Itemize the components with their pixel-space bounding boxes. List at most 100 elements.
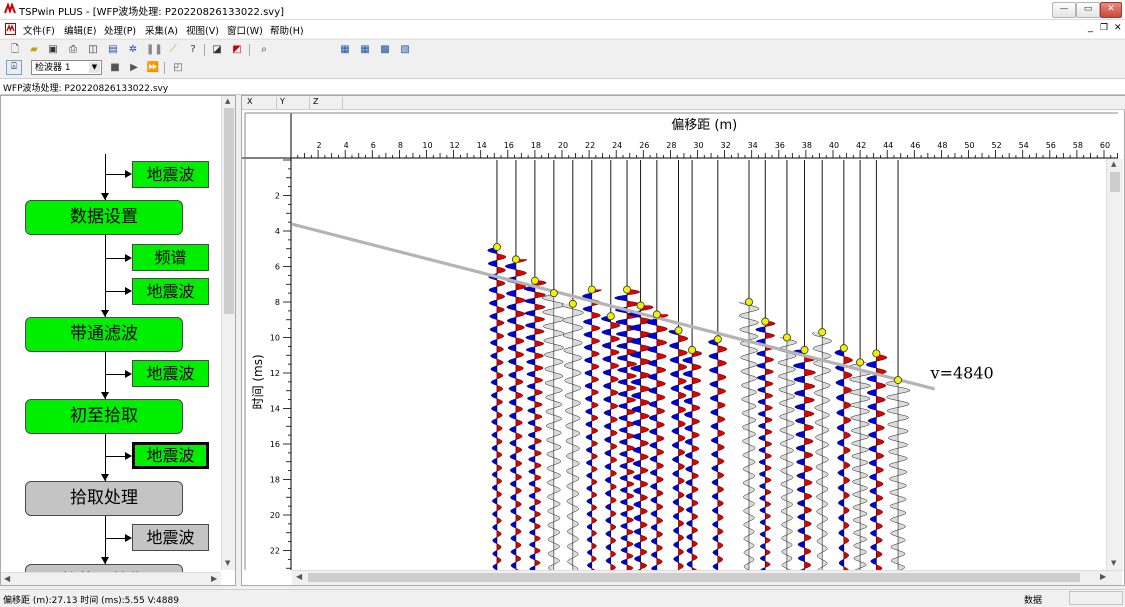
tab-y[interactable]: Y [277,97,310,109]
scroll-thumb[interactable] [224,108,234,314]
edit-view-icon[interactable]: ▧ [398,43,412,56]
help-pointer-icon[interactable]: ? [186,43,200,56]
flow-horizontal-scrollbar[interactable]: ◀ ▶ [1,572,221,585]
grid-view-icon[interactable]: ▦ [358,43,372,56]
x-tick-label: 8 [398,141,403,150]
x-tick-label: 38 [802,141,812,150]
scroll-down-icon[interactable]: ▼ [225,559,230,567]
flow-step-pick-processing[interactable]: 拾取处理 [25,481,183,516]
x-axis-label: 偏移距 (m) [671,118,737,133]
print-icon[interactable]: ⎙ [66,43,80,56]
menu-help[interactable]: 帮助(H) [270,23,304,37]
columns-icon[interactable]: ❚❚ [146,43,163,56]
minimize-button[interactable]: — [1052,2,1076,18]
x-tick-label: 56 [1046,141,1056,150]
scroll-thumb[interactable] [308,573,1080,582]
mdi-close-button[interactable]: ✕ [1114,23,1122,33]
first-break-pick [872,349,881,358]
menu-acquire[interactable]: 采集(A) [145,23,178,37]
mdi-restore-button[interactable]: ❐ [1100,23,1108,33]
close-button[interactable]: ✕ [1100,2,1122,18]
flow-step-first-break[interactable]: 初至拾取 [25,399,183,434]
x-tick-label: 32 [721,141,731,150]
title-bar: TSPwin PLUS - [WFP波场处理: P20220826133022.… [0,0,1125,20]
menu-file[interactable]: 文件(F) [23,23,55,37]
window-config-icon[interactable]: ◰ [171,61,185,74]
flow-connector [105,258,125,259]
settings-window-icon[interactable]: ▤ [106,43,120,56]
tab-z[interactable]: Z [310,97,343,109]
scroll-left-icon[interactable]: ◀ [296,572,302,581]
first-break-pick [549,289,558,298]
open-folder-icon[interactable]: ▰ [27,43,41,56]
app-logo-icon [4,3,16,15]
geophone-select[interactable]: 检波器 1 ▼ [31,60,102,75]
status-cursor-readout: 偏移距 (m):27.13 时间 (ms):5.55 V:4889 [3,596,179,606]
flow-step-data-setup[interactable]: 数据设置 [25,200,183,235]
geophone-mode-icon[interactable]: ⍓ [6,60,22,75]
mdi-minimize-button[interactable]: _ [1088,22,1093,33]
new-file-icon[interactable]: 🗋 [8,43,22,56]
flow-output-seismic-3[interactable]: 地震波 [132,360,209,387]
menu-edit[interactable]: 编辑(E) [64,23,96,37]
scroll-right-icon[interactable]: ▶ [211,574,217,583]
plot-vertical-scrollbar[interactable]: ▲ ▼ [1106,159,1123,572]
fast-forward-icon[interactable]: ⏩ [146,61,160,74]
window-title: TSPwin PLUS - [WFP波场处理: P20220826133022.… [19,7,285,18]
scroll-thumb[interactable] [1110,172,1120,192]
x-tick-label: 14 [477,141,487,150]
flow-output-spectrum[interactable]: 频谱 [132,244,209,271]
plot-horizontal-scrollbar[interactable]: ◀ ▶ [292,570,1122,585]
document-tab[interactable]: WFP波场处理: P20220826133022.svy [0,79,1125,95]
scroll-down-icon[interactable]: ▼ [1111,559,1116,567]
flow-output-seismic-2[interactable]: 地震波 [132,278,209,305]
flow-output-seismic-4-selected[interactable]: 地震波 [132,442,209,469]
y-tick-label: 4 [275,227,280,236]
flow-connector [105,538,125,539]
scroll-right-icon[interactable]: ▶ [1100,572,1106,581]
first-break-pick [674,326,683,335]
chart-view-icon[interactable]: ▦ [338,43,352,56]
export-red-icon[interactable]: ◩ [230,43,244,56]
traces-group [292,160,936,570]
stop-icon[interactable]: ■ [108,61,122,74]
y-tick-label: 22 [270,547,280,556]
y-axis-label: 时间 (ms) [251,354,265,409]
x-tick-label: 18 [531,141,541,150]
menu-view[interactable]: 视图(V) [186,23,219,37]
image-view-icon[interactable]: ▩ [378,43,392,56]
first-break-pick [839,344,848,353]
flow-connector [105,174,125,175]
flow-step-bandpass[interactable]: 带通滤波 [25,317,183,352]
y-tick-label: 12 [270,369,280,378]
y-tick-label: 8 [275,298,280,307]
arrow-right-icon [125,170,132,178]
scroll-up-icon[interactable]: ▲ [225,97,230,105]
x-tick-label: 20 [558,141,568,150]
zoom-icon[interactable]: ⌕ [257,43,271,56]
trace-positive-fill [677,334,689,570]
first-break-pick [606,312,615,321]
x-tick-label: 44 [883,141,893,150]
first-break-pick [761,317,770,326]
tab-x[interactable]: X [244,97,277,109]
save-icon[interactable]: ▣ [46,43,60,56]
secondary-toolbar: ⍓ 检波器 1 ▼ ■ ▶ ⏩ ◰ [0,58,1125,79]
x-tick-label: 24 [612,141,622,150]
scroll-up-icon[interactable]: ▲ [1111,160,1116,168]
flow-output-seismic-1[interactable]: 地震波 [132,161,209,188]
print-preview-icon[interactable]: ◫ [86,43,100,56]
export-image-icon[interactable]: ◪ [210,43,224,56]
menu-process[interactable]: 处理(P) [104,23,136,37]
wand-icon[interactable]: ⟋ [166,43,180,56]
scroll-left-icon[interactable]: ◀ [4,574,10,583]
menu-window[interactable]: 窗口(W) [227,23,263,37]
flow-vertical-scrollbar[interactable]: ▲ ▼ [221,96,235,570]
flow-output-seismic-5[interactable]: 地震波 [132,524,209,551]
network-icon[interactable]: ✲ [126,43,140,56]
seismic-wiggle-chart[interactable]: 偏移距 (m)2 4 6 8 10 12 14 16 18 20 22 24 26 28 30 32 34 36 3… [242,110,1124,570]
first-break-pick [511,255,520,264]
maximize-button[interactable]: ▭ [1076,2,1100,18]
x-tick-label: 46 [910,141,920,150]
play-icon[interactable]: ▶ [127,61,141,74]
